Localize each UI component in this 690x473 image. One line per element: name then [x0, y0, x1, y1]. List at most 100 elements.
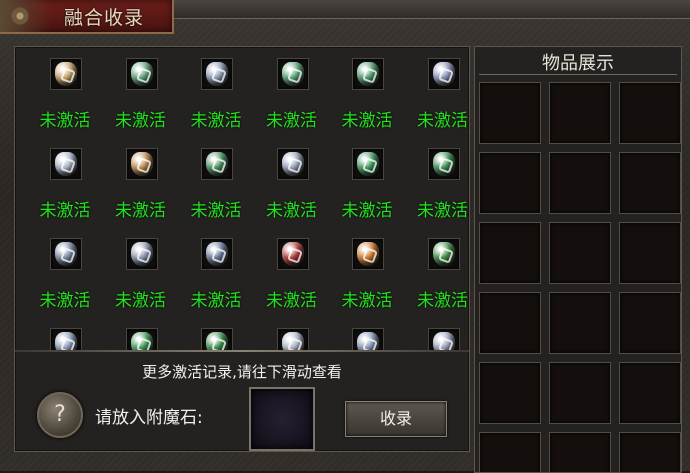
- gem-slot[interactable]: [201, 238, 233, 270]
- gem-cell[interactable]: 未激活: [405, 227, 470, 317]
- gem-cell[interactable]: 未激活: [27, 47, 107, 137]
- display-slot[interactable]: [479, 292, 541, 354]
- gem-status-label: 未激活: [266, 201, 317, 221]
- gem-slot[interactable]: [276, 148, 309, 180]
- gem-cell[interactable]: [103, 317, 183, 350]
- display-slot[interactable]: [549, 222, 611, 284]
- gem-icon: [55, 332, 77, 350]
- gem-cell[interactable]: 未激活: [254, 137, 334, 227]
- gem-slot[interactable]: [50, 238, 82, 270]
- gem-grid[interactable]: 未激活 未激活 未激活 未激活 未激活 未激活 未激活 未激活 未激活 未激活 未激活 未激活 未激活未…: [15, 47, 469, 350]
- gem-cell[interactable]: 未激活: [103, 227, 183, 317]
- gem-icon: [281, 242, 304, 266]
- gem-slot[interactable]: [427, 238, 460, 270]
- gem-icon: [357, 242, 379, 266]
- display-slot[interactable]: [549, 432, 611, 472]
- gem-cell[interactable]: [329, 317, 409, 350]
- display-slot[interactable]: [619, 82, 681, 144]
- gem-cell[interactable]: 未激活: [178, 137, 258, 227]
- collect-button[interactable]: 收录: [345, 401, 447, 437]
- gem-slot[interactable]: [125, 148, 158, 180]
- display-slot[interactable]: [549, 152, 611, 214]
- display-slot[interactable]: [619, 432, 681, 472]
- gem-icon: [357, 62, 379, 86]
- gem-icon: [206, 62, 228, 86]
- window-title: 融合收录: [64, 7, 145, 29]
- gem-cell[interactable]: 未激活: [254, 227, 334, 317]
- gem-slot[interactable]: [125, 58, 158, 90]
- gem-status-label: 未激活: [417, 291, 468, 311]
- collection-panel: 未激活 未激活 未激活 未激活 未激活 未激活 未激活 未激活 未激活 未激活 未激活 未激活 未激活未…: [14, 46, 470, 452]
- display-slot[interactable]: [479, 152, 541, 214]
- gem-status-label: 未激活: [115, 111, 166, 131]
- gem-cell[interactable]: 未激活: [103, 47, 183, 137]
- help-button[interactable]: ?: [37, 392, 83, 438]
- gem-slot[interactable]: [201, 328, 233, 350]
- display-slot[interactable]: [619, 362, 681, 424]
- gem-status-label: 未激活: [341, 291, 393, 311]
- scroll-notice: 更多激活记录,请往下滑动查看: [142, 363, 342, 381]
- gem-cell[interactable]: 未激活: [27, 137, 107, 227]
- gem-status-label: 未激活: [341, 111, 393, 131]
- gem-icon: [206, 242, 228, 266]
- gem-cell[interactable]: 未激活: [27, 227, 107, 317]
- gem-slot[interactable]: [125, 238, 158, 270]
- gem-slot[interactable]: [50, 148, 82, 180]
- gem-cell[interactable]: 未激活: [329, 47, 409, 137]
- gem-cell[interactable]: 未激活: [405, 47, 470, 137]
- gem-slot[interactable]: [352, 148, 384, 180]
- gem-cell[interactable]: [27, 317, 107, 350]
- enchant-stone-slot[interactable]: [249, 387, 315, 451]
- gem-slot[interactable]: [352, 58, 384, 90]
- gem-icon: [130, 62, 153, 86]
- gem-status-label: 未激活: [266, 111, 317, 131]
- display-slot[interactable]: [619, 152, 681, 214]
- display-slot[interactable]: [479, 432, 541, 472]
- gem-icon: [432, 242, 455, 266]
- display-slot[interactable]: [619, 222, 681, 284]
- display-slot[interactable]: [479, 222, 541, 284]
- gem-status-label: 未激活: [115, 201, 166, 221]
- gem-slot[interactable]: [427, 328, 460, 350]
- gem-icon: [206, 332, 228, 350]
- gem-cell[interactable]: 未激活: [103, 137, 183, 227]
- gem-status-label: 未激活: [266, 291, 317, 311]
- display-slot[interactable]: [549, 362, 611, 424]
- gem-cell[interactable]: 未激活: [254, 47, 334, 137]
- gem-cell[interactable]: 未激活: [178, 47, 258, 137]
- gem-slot[interactable]: [352, 328, 384, 350]
- gem-icon: [130, 242, 153, 266]
- gem-cell[interactable]: 未激活: [178, 227, 258, 317]
- dragon-ornament-icon: [0, 0, 52, 32]
- display-slot[interactable]: [479, 82, 541, 144]
- gem-slot[interactable]: [276, 238, 309, 270]
- gem-cell[interactable]: [178, 317, 258, 350]
- display-slot[interactable]: [479, 362, 541, 424]
- display-slot[interactable]: [619, 292, 681, 354]
- gem-slot[interactable]: [201, 148, 233, 180]
- title-tab: 融合收录: [0, 0, 174, 34]
- gem-slot[interactable]: [50, 58, 82, 90]
- gem-slot[interactable]: [276, 328, 309, 350]
- place-enchant-stone-label: 请放入附魔石:: [95, 408, 203, 428]
- gem-status-label: 未激活: [341, 201, 393, 221]
- gem-slot[interactable]: [427, 58, 460, 90]
- gem-icon: [55, 152, 77, 176]
- gem-slot[interactable]: [427, 148, 460, 180]
- gem-cell[interactable]: 未激活: [405, 137, 470, 227]
- display-slot[interactable]: [549, 292, 611, 354]
- gem-status-label: 未激活: [39, 111, 91, 131]
- gem-cell[interactable]: [405, 317, 470, 350]
- gem-slot[interactable]: [50, 328, 82, 350]
- gem-slot[interactable]: [125, 328, 158, 350]
- gem-slot[interactable]: [201, 58, 233, 90]
- gem-icon: [281, 332, 304, 350]
- gem-cell[interactable]: [254, 317, 334, 350]
- display-slot[interactable]: [549, 82, 611, 144]
- gem-status-label: 未激活: [39, 291, 91, 311]
- gem-icon: [281, 152, 304, 176]
- gem-slot[interactable]: [352, 238, 384, 270]
- gem-cell[interactable]: 未激活: [329, 227, 409, 317]
- gem-cell[interactable]: 未激活: [329, 137, 409, 227]
- gem-slot[interactable]: [276, 58, 309, 90]
